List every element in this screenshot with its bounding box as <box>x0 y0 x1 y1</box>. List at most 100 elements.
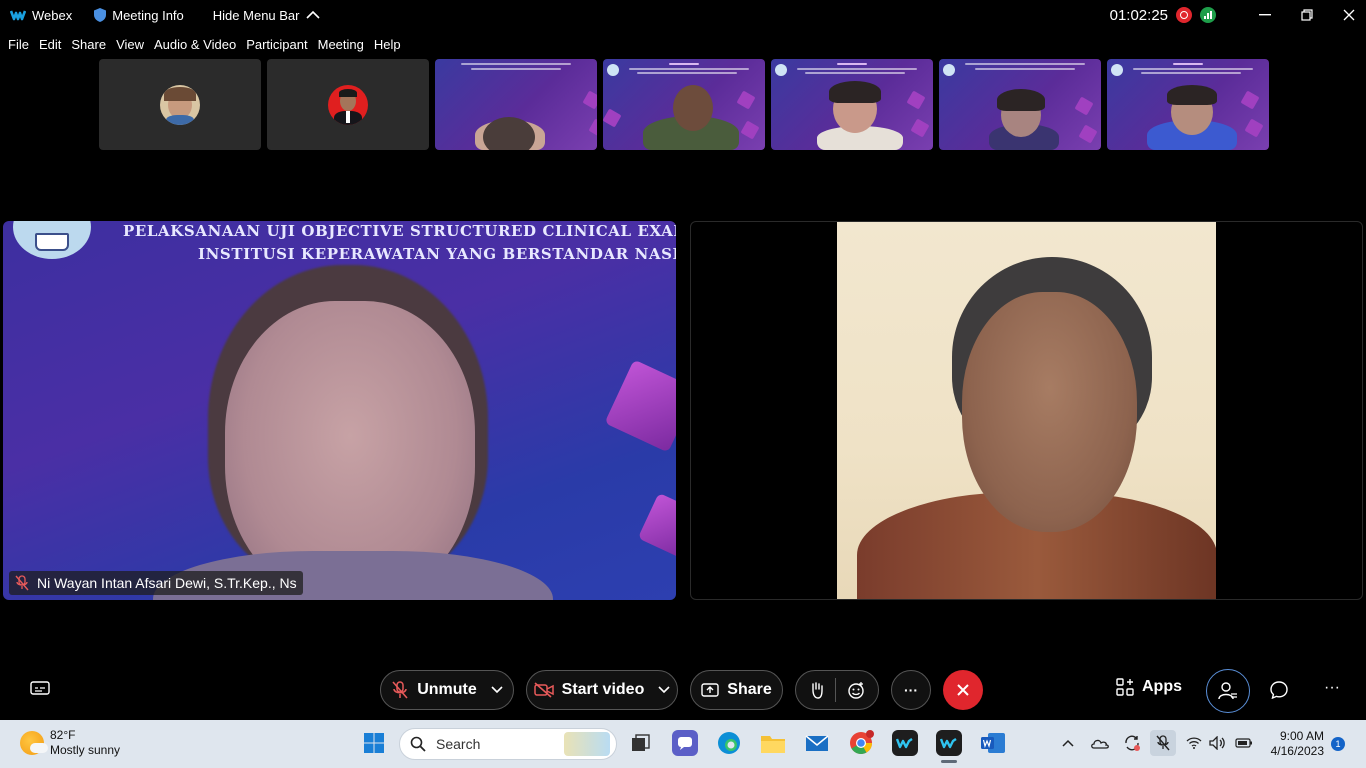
edge-browser-icon[interactable] <box>716 730 742 756</box>
network-stats-icon[interactable] <box>1200 7 1216 23</box>
sync-icon[interactable] <box>1120 730 1144 756</box>
participant-video-face <box>962 292 1137 532</box>
participant-thumbnail[interactable] <box>99 59 261 150</box>
close-icon <box>957 684 969 696</box>
participant-video[interactable] <box>690 221 1363 600</box>
unmute-label: Unmute <box>417 681 477 698</box>
share-screen-icon <box>701 683 719 697</box>
leave-meeting-button[interactable] <box>943 670 983 710</box>
start-video-label: Start video <box>561 681 645 698</box>
shield-icon <box>94 8 107 22</box>
chevron-up-icon <box>305 10 320 19</box>
microphone-muted-icon <box>392 681 408 699</box>
mail-icon[interactable] <box>804 730 830 756</box>
microphone-muted-icon[interactable] <box>1150 730 1176 756</box>
participants-icon <box>1218 682 1237 700</box>
menu-view[interactable]: View <box>116 37 144 52</box>
apps-button[interactable]: Apps <box>1116 678 1182 696</box>
file-explorer-icon[interactable] <box>760 730 786 756</box>
closed-captions-icon[interactable] <box>30 681 50 702</box>
chevron-down-icon <box>658 686 670 694</box>
book-logo-icon <box>13 221 91 259</box>
word-icon[interactable] <box>980 730 1006 756</box>
more-options-label: ··· <box>904 682 918 698</box>
system-clock[interactable]: 9:00 AM 4/16/2023 <box>1266 729 1324 759</box>
apps-grid-icon <box>1116 678 1134 696</box>
decorative-cube <box>637 492 676 560</box>
title-bar: Webex Meeting Info Hide Menu Bar 01:02:2… <box>0 0 1366 30</box>
participant-thumbnail-strip <box>99 59 1269 150</box>
restore-icon[interactable] <box>1290 0 1324 30</box>
participant-thumbnail[interactable] <box>1107 59 1269 150</box>
clock-date: 4/16/2023 <box>1270 744 1324 758</box>
close-icon[interactable] <box>1332 0 1366 30</box>
menu-edit[interactable]: Edit <box>39 37 61 52</box>
participant-thumbnail[interactable] <box>435 59 597 150</box>
share-label: Share <box>727 681 772 698</box>
participants-button[interactable] <box>1206 669 1250 713</box>
taskbar-search[interactable]: Search <box>399 728 617 760</box>
minimize-icon[interactable] <box>1248 0 1282 30</box>
menu-audio-video[interactable]: Audio & Video <box>154 37 236 52</box>
start-video-button[interactable]: Start video <box>526 670 678 710</box>
more-icon[interactable]: ··· <box>1324 679 1340 697</box>
webex-logo-icon <box>10 10 26 21</box>
meeting-info-button[interactable]: Meeting Info <box>94 8 184 23</box>
menu-file[interactable]: File <box>8 37 29 52</box>
webex-meeting-taskbar-icon[interactable] <box>936 730 962 763</box>
windows-start-icon[interactable] <box>361 730 387 756</box>
task-view-icon[interactable] <box>628 730 654 756</box>
meeting-controls: Unmute Start video Share ··· Apps ··· <box>0 669 1366 713</box>
apps-label: Apps <box>1142 678 1182 695</box>
meeting-timer: 01:02:25 <box>1109 6 1168 24</box>
slide-title-line-1: PELAKSANAAN UJI OBJECTIVE STRUCTURED CLI… <box>123 222 676 240</box>
menu-share[interactable]: Share <box>71 37 106 52</box>
recording-icon[interactable] <box>1176 7 1192 23</box>
menu-participant[interactable]: Participant <box>246 37 307 52</box>
participant-thumbnail[interactable] <box>603 59 765 150</box>
participant-thumbnail[interactable] <box>939 59 1101 150</box>
teams-chat-icon[interactable] <box>672 730 698 756</box>
chrome-browser-icon[interactable] <box>848 730 874 756</box>
search-icon <box>410 736 426 752</box>
emoji-reaction-icon[interactable] <box>847 681 865 699</box>
wifi-icon[interactable] <box>1182 730 1206 756</box>
onedrive-icon[interactable] <box>1088 730 1112 756</box>
weather-temperature: 82°F <box>50 728 76 742</box>
app-name: Webex <box>32 7 73 23</box>
chevron-down-icon <box>491 686 503 694</box>
clock-time: 9:00 AM <box>1279 729 1324 743</box>
raise-hand-icon[interactable] <box>809 681 825 699</box>
participant-thumbnail[interactable] <box>771 59 933 150</box>
webex-taskbar-icon[interactable] <box>892 730 918 756</box>
unmute-button[interactable]: Unmute <box>380 670 514 710</box>
chevron-up-icon[interactable] <box>1056 730 1080 756</box>
camera-feed <box>837 222 1216 599</box>
menu-meeting[interactable]: Meeting <box>318 37 364 52</box>
partly-sunny-icon <box>20 731 48 755</box>
microphone-muted-icon <box>15 575 29 591</box>
more-options-button[interactable]: ··· <box>891 670 931 710</box>
battery-icon[interactable] <box>1232 730 1256 756</box>
share-button[interactable]: Share <box>690 670 783 710</box>
volume-icon[interactable] <box>1206 730 1230 756</box>
webex-app-menu[interactable]: Webex <box>10 8 72 23</box>
hide-menu-bar-label: Hide Menu Bar <box>212 7 300 23</box>
hide-menu-bar-button[interactable]: Hide Menu Bar <box>213 8 326 23</box>
notification-badge[interactable]: 1 <box>1331 737 1345 751</box>
avatar <box>160 84 200 125</box>
participant-name: Ni Wayan Intan Afsari Dewi, S.Tr.Kep., N… <box>37 575 297 591</box>
windows-taskbar: 82°F Mostly sunny Search 9:00 AM 4/16/20… <box>0 720 1366 768</box>
chat-icon[interactable] <box>1270 681 1288 704</box>
weather-widget[interactable]: 82°F Mostly sunny <box>20 728 120 758</box>
participant-thumbnail[interactable] <box>267 59 429 150</box>
reactions-group <box>795 670 879 710</box>
menu-help[interactable]: Help <box>374 37 401 52</box>
shared-slide-video[interactable]: PELAKSANAAN UJI OBJECTIVE STRUCTURED CLI… <box>3 221 676 600</box>
decorative-cube <box>604 359 676 453</box>
avatar <box>328 84 368 125</box>
search-label: Search <box>436 736 481 752</box>
weather-description: Mostly sunny <box>50 743 121 757</box>
meeting-info-label: Meeting Info <box>112 7 184 23</box>
search-highlight-image <box>564 732 610 756</box>
